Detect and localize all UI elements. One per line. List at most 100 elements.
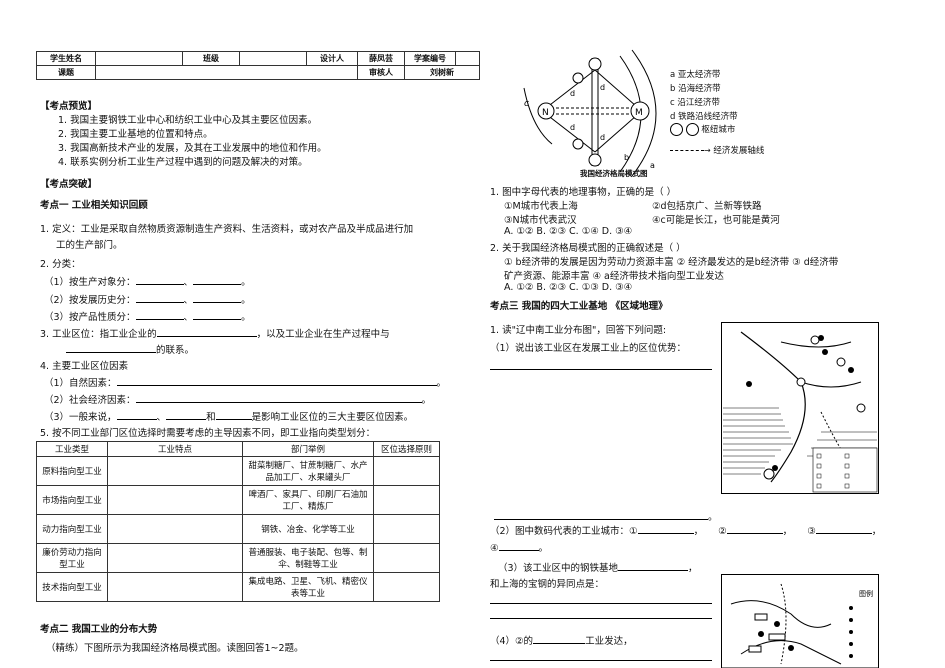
city-marker (818, 335, 824, 341)
answer-blank[interactable] (618, 560, 689, 571)
preview-item: 2. 我国主要工业基地的位置和特点。 (58, 129, 213, 140)
industry-example: 普通服装、电子装配、包等、制伞、制鞋等工业 (242, 543, 374, 573)
hub-circle-icon (670, 123, 683, 136)
industry-example: 钢铁、冶金、化学等工业 (242, 514, 374, 544)
q1-2-label: ④ (490, 543, 499, 554)
answer-blank[interactable] (637, 523, 694, 534)
city-marker (822, 349, 828, 355)
answer-line[interactable] (490, 660, 712, 661)
answer-blank[interactable] (498, 540, 539, 551)
class-value[interactable] (239, 51, 307, 66)
answer-blank[interactable] (135, 392, 422, 403)
answer-blank[interactable] (215, 409, 252, 420)
answer-blank[interactable] (166, 409, 207, 420)
plan-no-value[interactable] (455, 51, 480, 66)
label-d: d (570, 89, 575, 98)
industry-type: 原料指向型工业 (36, 456, 108, 486)
location-text-end: 的联系。 (156, 345, 195, 356)
answer-blank[interactable] (815, 523, 872, 534)
map2-legend-title: 图例 (859, 589, 873, 598)
question-2: 2. 关于我国经济格局模式图的正确叙述是（ ） (490, 243, 686, 254)
city-marker (774, 621, 780, 627)
location-definition: 3. 工业区位：指工业企业的 ，以及工业企业在生产过程中与 (40, 326, 390, 340)
hub-city-node (588, 57, 602, 71)
separator: 、 (183, 277, 194, 288)
answer-blank[interactable] (66, 342, 156, 353)
student-name-label: 学生姓名 (36, 51, 96, 66)
designer-label: 设计人 (306, 51, 358, 66)
main-factors-text-end: 是影响工业区位的三大主要区位因素。 (251, 412, 414, 423)
p3-q1-2: （2）图中数码代表的工业城市：① ， ② ， ③ ， (490, 523, 881, 537)
table-row: 动力指向型工业 钢铁、冶金、化学等工业 (36, 514, 440, 544)
answer-blank[interactable] (135, 292, 184, 303)
location-principle-cell[interactable] (373, 572, 440, 602)
industry-feature-cell[interactable] (107, 456, 243, 486)
period: 。 (436, 378, 447, 389)
answer-blank[interactable] (156, 326, 257, 337)
label-d: d (570, 123, 575, 132)
industry-feature-cell[interactable] (107, 572, 243, 602)
answer-blank[interactable] (193, 292, 242, 303)
location-text: 3. 工业区位：指工业企业的 (40, 329, 157, 340)
period: 。 (538, 543, 549, 554)
q1-answer-choices[interactable]: A. ①② B. ②③ C. ①④ D. ③④ (504, 226, 632, 237)
table-row: 市场指向型工业 啤酒厂、家具厂、印刷厂石油加工厂、精炼厂 (36, 485, 440, 515)
location-principle-cell[interactable] (373, 485, 440, 515)
q2-option: ① b经济带的发展是因为劳动力资源丰富 ② 经济最发达的是b经济带 ③ d经济带 (504, 257, 839, 268)
q2-answer-choices[interactable]: A. ①② B. ②③ C. ①③ D. ③④ (504, 282, 632, 293)
location-principle-cell[interactable] (373, 514, 440, 544)
legend-item: c 沿江经济带 (670, 98, 720, 108)
arrowhead-icon: → (704, 146, 711, 155)
label-a: a (650, 161, 655, 170)
map-label-box (754, 613, 768, 621)
preview-title: 【考点预览】 (40, 101, 98, 112)
header-table: 学生姓名 班级 设计人 薛凤芸 学案编号 课题 审核人 刘树新 (36, 51, 480, 80)
answer-blank[interactable] (135, 309, 184, 320)
answer-blank[interactable] (533, 633, 586, 644)
answer-line[interactable] (490, 603, 712, 604)
industry-feature-cell[interactable] (107, 485, 243, 515)
label-N: N (542, 108, 549, 118)
answer-blank[interactable] (116, 375, 437, 386)
location-principle-cell[interactable] (373, 456, 440, 486)
p3-question-1: 1. 读"辽中南工业分布图"，回答下列问题: (490, 325, 667, 336)
answer-blank[interactable] (116, 409, 157, 420)
industry-type: 技术指向型工业 (36, 572, 108, 602)
definition-text-cont: 工的生产部门。 (56, 240, 123, 251)
classification-by-product-label: （3）按产品性质分： (44, 312, 136, 323)
comma: ， (871, 526, 882, 537)
classification-label: 2. 分类： (40, 259, 81, 270)
industry-feature-cell[interactable] (107, 543, 243, 573)
comma: ， (782, 526, 793, 537)
answer-blank[interactable] (135, 274, 184, 285)
topic-value[interactable] (95, 65, 358, 80)
industry-example: 啤酒厂、家具厂、印刷厂石油加工厂、精炼厂 (242, 485, 374, 515)
map-label-box (768, 633, 786, 641)
factors-title: 4. 主要工业区位因素 (40, 361, 129, 372)
industry-feature-cell[interactable] (107, 514, 243, 544)
answer-blank[interactable] (193, 274, 242, 285)
main-factors: （3）一般来说， 、 和 是影响工业区位的三大主要区位因素。 (44, 409, 413, 423)
definition-text: 1. 定义：工业是采取自然物质资源制造生产资料、生活资料，或对农产品及半成品进行… (40, 224, 414, 235)
q1-option: ③N城市代表武汉 (504, 215, 577, 226)
answer-line[interactable] (490, 618, 712, 619)
student-name-value[interactable] (95, 51, 183, 66)
p3-q1-4: （4）②的 工业发达， (490, 633, 633, 647)
answer-blank[interactable] (193, 309, 242, 320)
answer-blank[interactable] (494, 509, 708, 520)
breakthrough-title: 【考点突破】 (40, 179, 98, 190)
industrial-base-map: 图例 (721, 574, 879, 668)
label-d: d (600, 133, 605, 142)
and-text: 和 (206, 412, 216, 423)
legend-axis: → 经济发展轴线 (670, 144, 764, 156)
location-principle-cell[interactable] (373, 543, 440, 573)
q1-2-label: ③ (807, 526, 816, 537)
answer-line[interactable] (490, 369, 712, 370)
answer-blank[interactable] (726, 523, 783, 534)
legend-item: a 亚太经济带 (670, 70, 721, 80)
plan-no-label: 学案编号 (404, 51, 456, 66)
designer-name: 薛凤芸 (357, 51, 405, 66)
comma: ， (688, 563, 698, 574)
map-label-box (748, 645, 762, 653)
economic-pattern-diagram: N M c d d d d b a (523, 49, 657, 177)
